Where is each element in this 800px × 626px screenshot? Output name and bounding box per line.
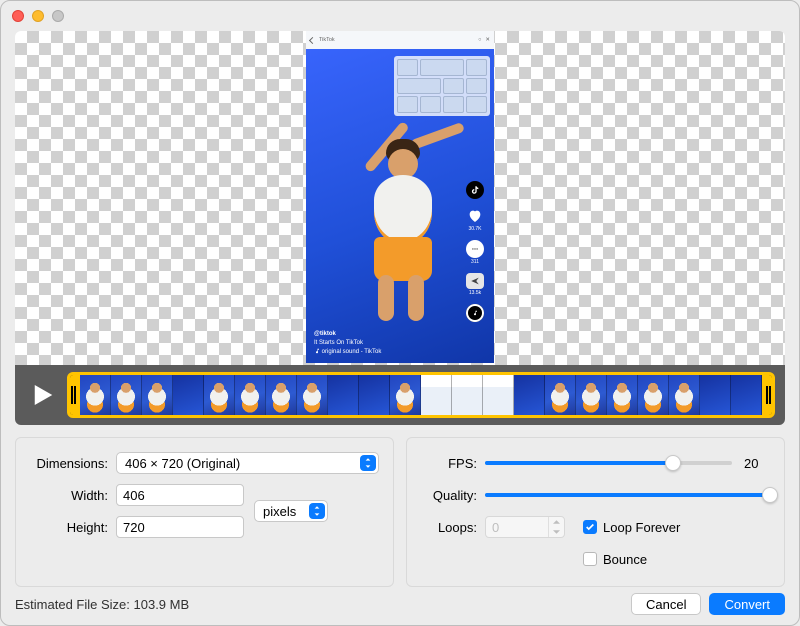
unit-value: pixels — [263, 504, 296, 519]
width-value: 406 — [123, 488, 145, 503]
preview-caption: @tiktok It Starts On TikTok original sou… — [314, 330, 381, 357]
comment-icon — [466, 240, 484, 258]
estimated-size-value: 103.9 MB — [134, 597, 190, 612]
like-icon — [466, 207, 484, 225]
checkbox-unchecked-icon — [583, 552, 597, 566]
sound-disc-icon — [466, 304, 484, 322]
fps-slider[interactable] — [485, 461, 732, 465]
preview-action-bar: 30.7K 311 13.5k — [462, 181, 488, 322]
loops-label: Loops: — [421, 520, 485, 535]
estimated-size-label: Estimated File Size: 103.9 MB — [15, 597, 623, 612]
preview-window-search: ○ — [478, 37, 481, 43]
timeline-thumbnails[interactable] — [80, 375, 762, 415]
window-traffic-lights — [12, 10, 64, 22]
quality-slider-fill — [485, 493, 770, 497]
tiktok-logo-icon — [466, 181, 484, 199]
settings-panels: Dimensions: 406 × 720 (Original) Width: — [15, 437, 785, 587]
convert-button[interactable]: Convert — [709, 593, 785, 615]
preview-browser-title: TikTok — [319, 37, 335, 43]
height-label: Height: — [30, 520, 116, 535]
loop-forever-checkbox[interactable]: Loop Forever — [583, 520, 680, 535]
encode-panel: FPS: 20 Quality: — [406, 437, 785, 587]
preview-window-close: ✕ — [485, 37, 490, 43]
height-value: 720 — [123, 520, 145, 535]
trim-handle-right[interactable] — [762, 375, 772, 415]
export-sheet-window: TikTok ○ ✕ — [0, 0, 800, 626]
fps-label: FPS: — [421, 456, 485, 471]
unit-select[interactable]: pixels — [254, 500, 328, 522]
bounce-label: Bounce — [603, 552, 647, 567]
fps-slider-fill — [485, 461, 673, 465]
preview-frame: TikTok ○ ✕ — [306, 31, 494, 363]
content-area: TikTok ○ ✕ — [15, 31, 785, 587]
height-input[interactable]: 720 — [116, 516, 244, 538]
select-chevrons-icon — [360, 455, 376, 471]
fps-value: 20 — [744, 456, 770, 471]
dimensions-label: Dimensions: — [30, 456, 116, 471]
share-icon — [466, 273, 484, 289]
zoom-window-button — [52, 10, 64, 22]
trim-handle-left[interactable] — [70, 375, 80, 415]
footer-bar: Estimated File Size: 103.9 MB Cancel Con… — [15, 593, 785, 615]
bounce-checkbox[interactable]: Bounce — [583, 552, 647, 567]
shares-count: 13.5k — [469, 290, 481, 296]
fps-slider-thumb[interactable] — [665, 455, 681, 471]
preview-handle: @tiktok — [314, 330, 381, 339]
preview-tagline: It Starts On TikTok — [314, 339, 381, 348]
quality-slider-thumb[interactable] — [762, 487, 778, 503]
loops-value: 0 — [486, 517, 548, 537]
stepper-arrows-icon — [548, 517, 564, 537]
cancel-button[interactable]: Cancel — [631, 593, 701, 615]
video-preview-canvas: TikTok ○ ✕ — [15, 31, 785, 425]
preview-browser-chrome: TikTok ○ ✕ — [306, 31, 494, 49]
likes-count: 30.7K — [468, 226, 481, 232]
close-window-button[interactable] — [12, 10, 24, 22]
minimize-window-button[interactable] — [32, 10, 44, 22]
quality-label: Quality: — [421, 488, 485, 503]
loops-stepper: 0 — [485, 516, 565, 538]
back-icon — [309, 36, 316, 43]
width-label: Width: — [30, 488, 116, 503]
preview-person-illustration — [316, 79, 456, 329]
comments-count: 311 — [471, 259, 479, 265]
trim-range[interactable] — [67, 372, 775, 418]
preview-sound-line: original sound - TikTok — [314, 348, 381, 357]
dimensions-select[interactable]: 406 × 720 (Original) — [116, 452, 379, 474]
timeline-bar — [15, 365, 785, 425]
width-input[interactable]: 406 — [116, 484, 244, 506]
checkbox-checked-icon — [583, 520, 597, 534]
quality-slider[interactable] — [485, 493, 770, 497]
loop-forever-label: Loop Forever — [603, 520, 680, 535]
select-chevrons-icon — [309, 503, 325, 519]
dimensions-select-value: 406 × 720 (Original) — [125, 456, 240, 471]
dimensions-panel: Dimensions: 406 × 720 (Original) Width: — [15, 437, 394, 587]
play-button[interactable] — [21, 375, 61, 415]
